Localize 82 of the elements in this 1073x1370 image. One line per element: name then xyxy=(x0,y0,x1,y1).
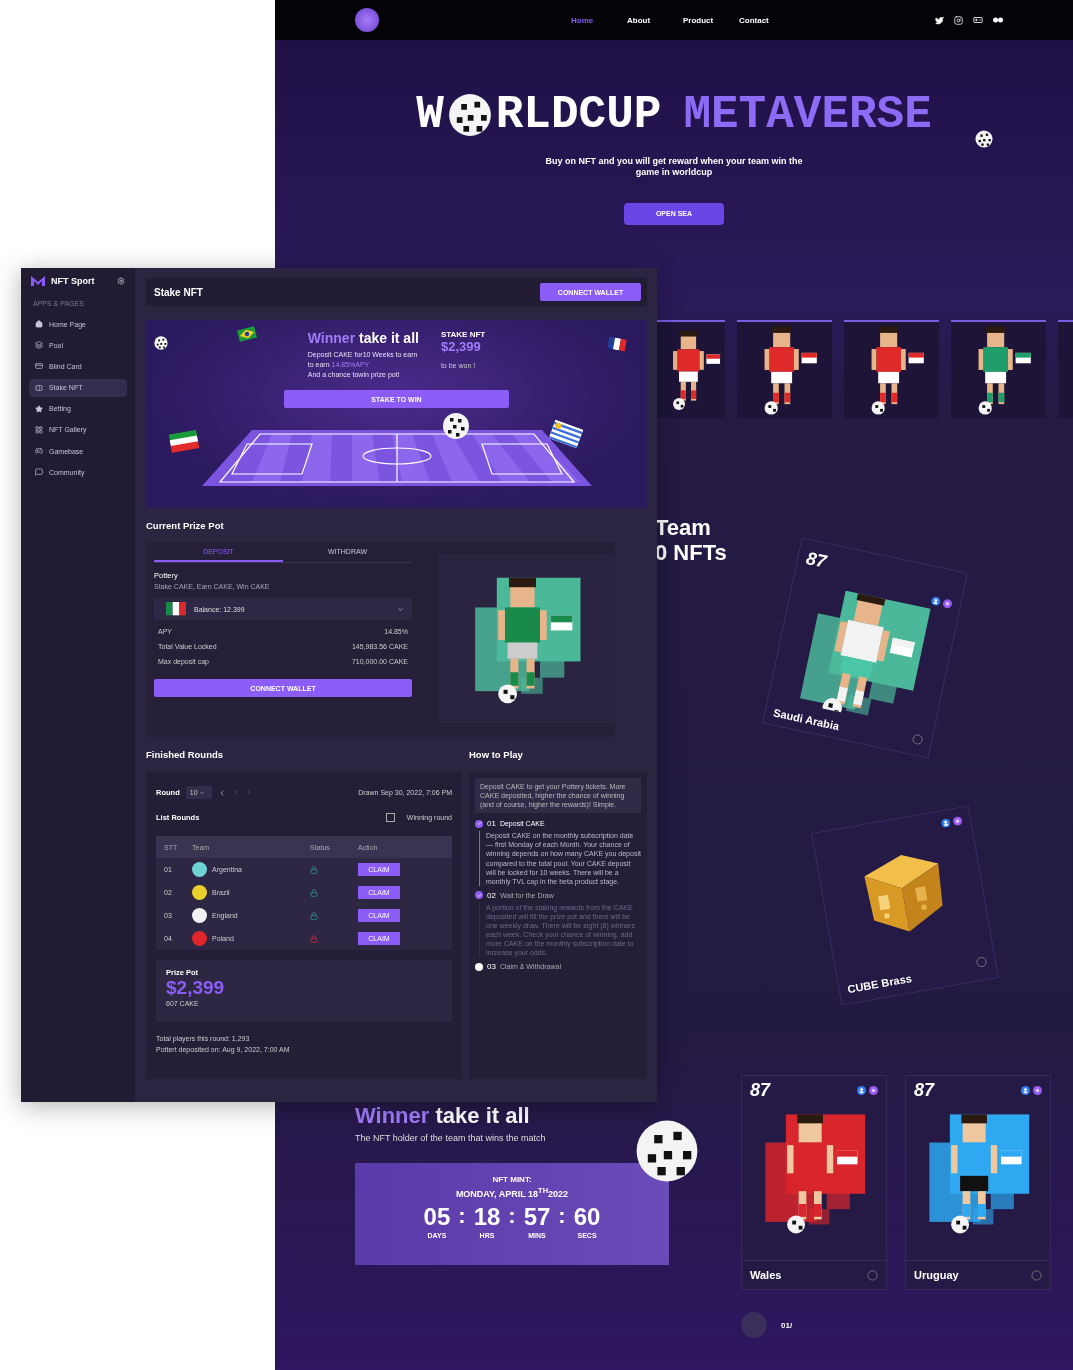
flag-icon xyxy=(236,325,258,343)
ticket-icon xyxy=(35,383,43,392)
mint-date: MONDAY, APRIL 18$^{TH}$2022 xyxy=(455,1186,569,1199)
brand-name: NFT Sport xyxy=(51,276,96,286)
hero-title: RLDCUP xyxy=(495,92,662,138)
prize-amount: $2,399 xyxy=(166,977,226,1000)
countdown-value: 05 xyxy=(423,1205,451,1229)
section-subtitle: The NFT holder of the team that wins the match xyxy=(355,1133,547,1143)
nav-link[interactable]: Home xyxy=(571,15,627,25)
checkbox[interactable] xyxy=(385,813,395,822)
nft-card[interactable]: CUBE Brass xyxy=(811,805,999,1006)
user-icon xyxy=(1021,1086,1030,1095)
badge-icon xyxy=(942,598,953,610)
separator: : xyxy=(458,1205,466,1227)
ball-icon xyxy=(447,93,492,137)
countdown-value: 60 xyxy=(573,1205,601,1229)
logo-icon xyxy=(31,276,45,286)
section-heading: How to Play xyxy=(469,749,524,760)
flag-icon xyxy=(168,429,200,453)
rating: 87 xyxy=(750,1080,771,1101)
bird-icon[interactable] xyxy=(935,15,944,25)
nav-link[interactable]: About xyxy=(627,15,683,25)
user-icon xyxy=(930,595,942,607)
flag-icon xyxy=(166,602,186,616)
card-name: CUBE Brass xyxy=(846,972,913,996)
user-icon xyxy=(857,1086,866,1095)
grid-icon xyxy=(35,425,43,434)
layers-icon xyxy=(35,341,43,350)
radio-icon[interactable] xyxy=(975,955,988,968)
caret-icon xyxy=(198,789,205,796)
settings-icon[interactable] xyxy=(117,277,125,285)
hero-title: METAVERSE xyxy=(683,92,932,138)
logo-icon[interactable] xyxy=(355,8,379,32)
nav-link[interactable]: Product xyxy=(683,15,739,25)
radio-icon[interactable] xyxy=(867,1269,878,1281)
badge-icon xyxy=(1033,1086,1042,1095)
chevron-down-icon xyxy=(397,605,404,613)
mint-label: NFT MINT: xyxy=(492,1175,532,1184)
rating: 87 xyxy=(804,548,830,574)
ball-icon xyxy=(154,336,168,350)
banner-title: Winner take it all xyxy=(307,330,419,346)
countdown-value: 18 xyxy=(473,1205,501,1229)
ball-icon xyxy=(635,1119,699,1183)
step-number: 03 xyxy=(487,962,496,972)
step-number: 01 xyxy=(487,819,496,829)
chat-icon xyxy=(35,468,43,477)
user-icon xyxy=(940,817,952,829)
separator: : xyxy=(558,1205,566,1227)
countdown-value: 57 xyxy=(523,1205,551,1229)
badge-icon xyxy=(869,1086,878,1095)
radio-icon[interactable] xyxy=(1031,1269,1042,1281)
nft-card[interactable]: 87 Uruguay xyxy=(905,1075,1051,1290)
badge-icon xyxy=(952,815,963,827)
card-name: Uruguay xyxy=(914,1269,959,1281)
gamepad-icon[interactable] xyxy=(973,15,983,25)
ball-icon xyxy=(975,130,993,148)
separator: : xyxy=(508,1205,516,1227)
dots-icon[interactable] xyxy=(993,17,1003,23)
section-heading: Team xyxy=(655,515,711,541)
page-title: Stake NFT xyxy=(154,286,203,298)
nft-card[interactable]: 87 Wales xyxy=(741,1075,887,1290)
section-heading: Current Prize Pot xyxy=(146,520,225,531)
rating: 87 xyxy=(914,1080,935,1101)
nav-link[interactable]: Contact xyxy=(739,15,795,25)
hero-title: W xyxy=(416,92,444,138)
stake-label: STAKE NFT xyxy=(440,330,486,339)
camera-icon[interactable] xyxy=(954,15,963,25)
flag-icon xyxy=(607,336,627,352)
nft-card[interactable]: 87 Saudi Arabia xyxy=(762,537,968,759)
prize-amount: $2,399 xyxy=(440,339,482,354)
gamepad-icon xyxy=(35,447,43,456)
section-heading: Finished Rounds xyxy=(146,749,225,760)
card-name: Wales xyxy=(750,1269,782,1281)
card-icon xyxy=(35,362,43,371)
step-number: 02 xyxy=(487,890,496,900)
section-title: Winner take it all xyxy=(355,1103,531,1129)
home-icon xyxy=(35,320,43,328)
card-name: Saudi Arabia xyxy=(772,706,841,733)
star-icon xyxy=(35,404,43,413)
hero-subtitle: Buy on NFT and you will get reward when your team win the game in worldcup xyxy=(544,156,804,179)
radio-icon[interactable] xyxy=(911,732,925,746)
page-counter: 01/ xyxy=(781,1320,793,1330)
